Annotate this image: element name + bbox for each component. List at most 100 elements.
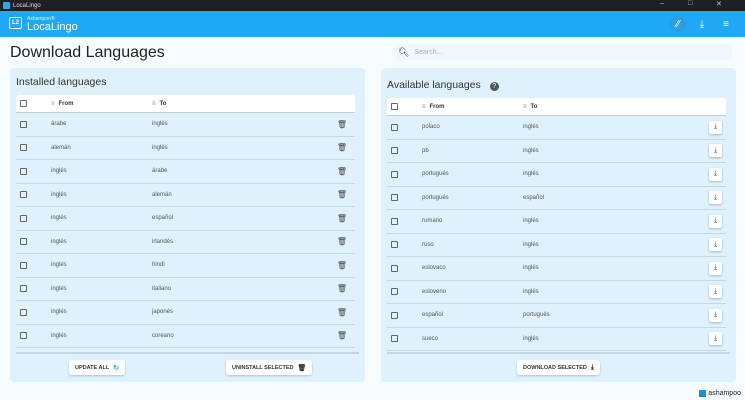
- cell-from: inglés: [51, 285, 67, 292]
- menu-icon[interactable]: ≡: [718, 16, 734, 32]
- cell-to: inglés: [523, 218, 539, 225]
- table-row[interactable]: inglés irlandés 🗑︎: [16, 231, 355, 254]
- table-row[interactable]: inglés español 🗑︎: [16, 207, 355, 231]
- table-row[interactable]: polaco inglés ⤓: [387, 116, 726, 140]
- row-checkbox[interactable]: [20, 332, 27, 340]
- search-placeholder: Search...: [414, 48, 443, 56]
- trash-icon[interactable]: 🗑︎: [337, 284, 347, 293]
- col-to: To: [159, 100, 167, 107]
- cell-from: inglés: [51, 191, 67, 198]
- trash-icon[interactable]: 🗑︎: [337, 331, 347, 340]
- uninstall-selected-button[interactable]: UNINSTALL SELECTED 🗑︎: [226, 360, 313, 375]
- row-checkbox[interactable]: [391, 311, 398, 319]
- row-checkbox[interactable]: [20, 144, 27, 152]
- row-checkbox[interactable]: [20, 238, 27, 246]
- download-icon[interactable]: ⤓: [694, 16, 710, 32]
- help-icon[interactable]: ?: [489, 82, 499, 91]
- trash-icon[interactable]: 🗑︎: [337, 261, 347, 270]
- table-row[interactable]: eslovaco inglés ⤓: [387, 257, 726, 281]
- row-checkbox[interactable]: [391, 335, 398, 343]
- cell-from: inglés: [51, 238, 67, 245]
- trash-icon[interactable]: 🗑︎: [337, 237, 347, 246]
- download-button[interactable]: ⤓: [709, 285, 722, 299]
- table-row[interactable]: rumano inglés ⤓: [387, 210, 726, 234]
- maximize-button[interactable]: □: [688, 0, 692, 7]
- row-checkbox[interactable]: [391, 241, 398, 249]
- row-checkbox[interactable]: [20, 120, 27, 128]
- row-checkbox[interactable]: [391, 194, 398, 202]
- download-button[interactable]: ⤓: [709, 238, 722, 252]
- row-checkbox[interactable]: [20, 191, 27, 199]
- table-row[interactable]: español portugués ⤓: [387, 304, 726, 328]
- row-checkbox[interactable]: [391, 123, 398, 131]
- horizontal-scrollbar[interactable]: [387, 352, 730, 354]
- search-input[interactable]: 🔍︎ Search...: [392, 44, 732, 60]
- table-row[interactable]: inglés coreano 🗑︎: [16, 325, 355, 348]
- download-button[interactable]: ⤓: [709, 214, 722, 228]
- download-button[interactable]: ⤓: [709, 144, 722, 158]
- no-translate-icon[interactable]: ⁄⁄: [670, 16, 686, 32]
- sort-to[interactable]: ≡ To: [152, 101, 166, 107]
- sort-to[interactable]: ≡ To: [523, 104, 537, 110]
- update-all-button[interactable]: UPDATE ALL ↻: [69, 360, 126, 375]
- sort-from[interactable]: ≡ From: [51, 101, 74, 107]
- row-checkbox[interactable]: [20, 261, 27, 269]
- sort-from[interactable]: ≡ From: [422, 104, 445, 110]
- col-to: To: [530, 103, 538, 110]
- download-button[interactable]: ⤓: [709, 120, 722, 134]
- table-row[interactable]: ruso inglés ⤓: [387, 234, 726, 257]
- horizontal-scrollbar[interactable]: [16, 352, 359, 354]
- cell-from: ruso: [422, 241, 434, 248]
- trash-icon[interactable]: 🗑︎: [337, 143, 347, 152]
- table-row[interactable]: esloveno inglés ⤓: [387, 281, 726, 304]
- cell-to: español: [523, 194, 545, 201]
- download-button[interactable]: ⤓: [709, 308, 722, 322]
- table-row[interactable]: árabe inglés 🗑︎: [16, 113, 355, 137]
- available-panel: Available languages ? ≡ From ≡ To polaco i…: [381, 68, 736, 382]
- row-checkbox[interactable]: [391, 217, 398, 225]
- window-titlebar: LocaLingo – □ ✕: [0, 0, 745, 11]
- app-header: L2 Ashampoo® LocaLingo ⁄⁄ ⤓ ≡: [0, 11, 745, 37]
- table-row[interactable]: pb inglés ⤓: [387, 140, 726, 163]
- table-row[interactable]: inglés italiano 🗑︎: [16, 278, 355, 301]
- minimize-button[interactable]: –: [660, 0, 664, 7]
- trash-icon[interactable]: 🗑︎: [337, 214, 347, 223]
- table-header: ≡ From ≡ To: [387, 98, 726, 116]
- cell-to: inglés: [523, 171, 539, 178]
- table-row[interactable]: inglés alemán 🗑︎: [16, 184, 355, 207]
- row-checkbox[interactable]: [391, 264, 398, 272]
- download-button[interactable]: ⤓: [709, 167, 722, 181]
- row-checkbox[interactable]: [391, 147, 398, 155]
- table-row[interactable]: inglés árabe 🗑︎: [16, 160, 355, 184]
- download-button[interactable]: ⤓: [709, 261, 722, 275]
- table-row[interactable]: inglés japonés 🗑︎: [16, 301, 355, 325]
- download-button[interactable]: ⤓: [709, 191, 722, 205]
- trash-icon[interactable]: 🗑︎: [337, 120, 347, 129]
- col-from: From: [58, 100, 74, 107]
- row-checkbox[interactable]: [20, 214, 27, 222]
- row-checkbox[interactable]: [20, 308, 27, 316]
- table-row[interactable]: inglés hindi 🗑︎: [16, 254, 355, 278]
- table-row[interactable]: portugués inglés ⤓: [387, 163, 726, 187]
- cell-to: inglés: [523, 288, 539, 295]
- cell-to: coreano: [152, 332, 174, 339]
- table-row[interactable]: portugués español ⤓: [387, 187, 726, 210]
- select-all-checkbox[interactable]: [391, 103, 398, 110]
- select-all-checkbox[interactable]: [20, 100, 27, 107]
- close-button[interactable]: ✕: [716, 0, 722, 8]
- trash-icon[interactable]: 🗑︎: [337, 308, 347, 317]
- table-header: ≡ From ≡ To: [16, 95, 355, 113]
- row-checkbox[interactable]: [391, 288, 398, 296]
- trash-icon[interactable]: 🗑︎: [337, 190, 347, 199]
- row-checkbox[interactable]: [391, 170, 398, 178]
- refresh-icon: ↻: [113, 364, 120, 372]
- row-checkbox[interactable]: [20, 167, 27, 175]
- table-row[interactable]: sueco inglés ⤓: [387, 328, 726, 351]
- table-row[interactable]: alemán inglés 🗑︎: [16, 137, 355, 160]
- cell-from: esloveno: [422, 288, 447, 295]
- download-selected-button[interactable]: DOWNLOAD SELECTED ⤓: [517, 360, 600, 375]
- trash-icon[interactable]: 🗑︎: [337, 167, 347, 176]
- row-checkbox[interactable]: [20, 285, 27, 293]
- cell-from: inglés: [51, 332, 67, 339]
- download-button[interactable]: ⤓: [709, 332, 722, 346]
